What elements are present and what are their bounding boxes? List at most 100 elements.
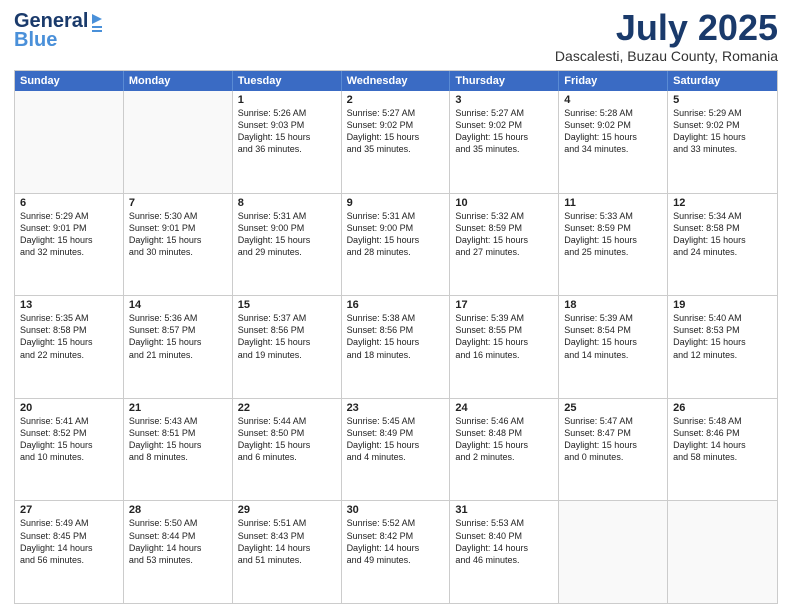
- cell-info-line: Daylight: 14 hours: [129, 542, 227, 554]
- day-number: 24: [455, 402, 553, 414]
- cell-info-line: Sunset: 9:02 PM: [347, 119, 445, 131]
- cell-info-line: Sunset: 9:01 PM: [20, 222, 118, 234]
- cell-info-line: Sunset: 9:01 PM: [129, 222, 227, 234]
- cell-info-line: Sunrise: 5:52 AM: [347, 517, 445, 529]
- calendar-row-1: 6Sunrise: 5:29 AMSunset: 9:01 PMDaylight…: [15, 193, 777, 296]
- cell-info-line: and 58 minutes.: [673, 451, 772, 463]
- cell-info-line: Sunset: 8:40 PM: [455, 530, 553, 542]
- day-cell-13: 13Sunrise: 5:35 AMSunset: 8:58 PMDayligh…: [15, 296, 124, 398]
- cell-info-line: Daylight: 14 hours: [673, 439, 772, 451]
- day-number: 15: [238, 299, 336, 311]
- day-number: 30: [347, 504, 445, 516]
- day-number: 26: [673, 402, 772, 414]
- day-cell-24: 24Sunrise: 5:46 AMSunset: 8:48 PMDayligh…: [450, 399, 559, 501]
- day-number: 27: [20, 504, 118, 516]
- calendar-row-3: 20Sunrise: 5:41 AMSunset: 8:52 PMDayligh…: [15, 398, 777, 501]
- cell-info-line: Daylight: 15 hours: [564, 439, 662, 451]
- calendar-row-0: 1Sunrise: 5:26 AMSunset: 9:03 PMDaylight…: [15, 91, 777, 193]
- day-number: 6: [20, 197, 118, 209]
- page: General Blue July 2025 Dascalesti, Buzau…: [0, 0, 792, 612]
- day-number: 5: [673, 94, 772, 106]
- cell-info-line: Sunset: 8:59 PM: [455, 222, 553, 234]
- cell-info-line: Sunset: 8:42 PM: [347, 530, 445, 542]
- cell-info-line: Daylight: 15 hours: [129, 234, 227, 246]
- cell-info-line: and 28 minutes.: [347, 246, 445, 258]
- cell-info-line: Sunset: 8:43 PM: [238, 530, 336, 542]
- cell-info-line: Sunrise: 5:31 AM: [347, 210, 445, 222]
- calendar-row-2: 13Sunrise: 5:35 AMSunset: 8:58 PMDayligh…: [15, 295, 777, 398]
- cell-info-line: Daylight: 15 hours: [238, 336, 336, 348]
- cell-info-line: Daylight: 15 hours: [347, 439, 445, 451]
- cell-info-line: Daylight: 14 hours: [238, 542, 336, 554]
- cell-info-line: Sunset: 8:53 PM: [673, 324, 772, 336]
- cell-info-line: Sunrise: 5:27 AM: [455, 107, 553, 119]
- day-number: 14: [129, 299, 227, 311]
- cell-info-line: Sunset: 8:56 PM: [347, 324, 445, 336]
- day-cell-17: 17Sunrise: 5:39 AMSunset: 8:55 PMDayligh…: [450, 296, 559, 398]
- cell-info-line: Sunrise: 5:53 AM: [455, 517, 553, 529]
- cell-info-line: Daylight: 15 hours: [455, 439, 553, 451]
- cell-info-line: Daylight: 15 hours: [673, 234, 772, 246]
- cell-info-line: and 22 minutes.: [20, 349, 118, 361]
- cell-info-line: Sunset: 9:02 PM: [673, 119, 772, 131]
- day-number: 17: [455, 299, 553, 311]
- cell-info-line: Sunrise: 5:39 AM: [564, 312, 662, 324]
- cell-info-line: and 19 minutes.: [238, 349, 336, 361]
- cell-info-line: Daylight: 15 hours: [455, 336, 553, 348]
- day-number: 21: [129, 402, 227, 414]
- header-wednesday: Wednesday: [342, 71, 451, 91]
- cell-info-line: Sunset: 8:47 PM: [564, 427, 662, 439]
- cell-info-line: Sunrise: 5:35 AM: [20, 312, 118, 324]
- cell-info-line: Daylight: 15 hours: [238, 131, 336, 143]
- day-number: 22: [238, 402, 336, 414]
- cell-info-line: Sunrise: 5:47 AM: [564, 415, 662, 427]
- day-number: 19: [673, 299, 772, 311]
- day-number: 20: [20, 402, 118, 414]
- day-cell-9: 9Sunrise: 5:31 AMSunset: 9:00 PMDaylight…: [342, 194, 451, 296]
- cell-info-line: Sunset: 8:59 PM: [564, 222, 662, 234]
- day-number: 25: [564, 402, 662, 414]
- day-number: 9: [347, 197, 445, 209]
- day-cell-18: 18Sunrise: 5:39 AMSunset: 8:54 PMDayligh…: [559, 296, 668, 398]
- day-number: 28: [129, 504, 227, 516]
- day-cell-25: 25Sunrise: 5:47 AMSunset: 8:47 PMDayligh…: [559, 399, 668, 501]
- day-cell-26: 26Sunrise: 5:48 AMSunset: 8:46 PMDayligh…: [668, 399, 777, 501]
- cell-info-line: Sunset: 9:03 PM: [238, 119, 336, 131]
- cell-info-line: Sunrise: 5:49 AM: [20, 517, 118, 529]
- day-cell-6: 6Sunrise: 5:29 AMSunset: 9:01 PMDaylight…: [15, 194, 124, 296]
- cell-info-line: Sunrise: 5:27 AM: [347, 107, 445, 119]
- day-number: 3: [455, 94, 553, 106]
- empty-cell: [668, 501, 777, 603]
- cell-info-line: Sunrise: 5:43 AM: [129, 415, 227, 427]
- cell-info-line: Sunrise: 5:44 AM: [238, 415, 336, 427]
- cell-info-line: Sunset: 8:50 PM: [238, 427, 336, 439]
- cell-info-line: and 0 minutes.: [564, 451, 662, 463]
- cell-info-line: and 35 minutes.: [347, 143, 445, 155]
- day-number: 16: [347, 299, 445, 311]
- cell-info-line: Sunrise: 5:45 AM: [347, 415, 445, 427]
- day-cell-30: 30Sunrise: 5:52 AMSunset: 8:42 PMDayligh…: [342, 501, 451, 603]
- day-number: 18: [564, 299, 662, 311]
- day-cell-22: 22Sunrise: 5:44 AMSunset: 8:50 PMDayligh…: [233, 399, 342, 501]
- header-thursday: Thursday: [450, 71, 559, 91]
- cell-info-line: Sunset: 8:56 PM: [238, 324, 336, 336]
- cell-info-line: Daylight: 15 hours: [564, 234, 662, 246]
- cell-info-line: Sunset: 8:57 PM: [129, 324, 227, 336]
- cell-info-line: Sunset: 9:02 PM: [455, 119, 553, 131]
- cell-info-line: Sunrise: 5:30 AM: [129, 210, 227, 222]
- cell-info-line: and 56 minutes.: [20, 554, 118, 566]
- cell-info-line: Sunset: 9:00 PM: [347, 222, 445, 234]
- day-cell-31: 31Sunrise: 5:53 AMSunset: 8:40 PMDayligh…: [450, 501, 559, 603]
- cell-info-line: and 30 minutes.: [129, 246, 227, 258]
- day-cell-7: 7Sunrise: 5:30 AMSunset: 9:01 PMDaylight…: [124, 194, 233, 296]
- header-friday: Friday: [559, 71, 668, 91]
- cell-info-line: Sunrise: 5:36 AM: [129, 312, 227, 324]
- cell-info-line: Sunset: 8:51 PM: [129, 427, 227, 439]
- cell-info-line: and 12 minutes.: [673, 349, 772, 361]
- cell-info-line: and 34 minutes.: [564, 143, 662, 155]
- day-number: 7: [129, 197, 227, 209]
- cell-info-line: Sunrise: 5:26 AM: [238, 107, 336, 119]
- cell-info-line: Daylight: 15 hours: [455, 234, 553, 246]
- cell-info-line: and 14 minutes.: [564, 349, 662, 361]
- header-tuesday: Tuesday: [233, 71, 342, 91]
